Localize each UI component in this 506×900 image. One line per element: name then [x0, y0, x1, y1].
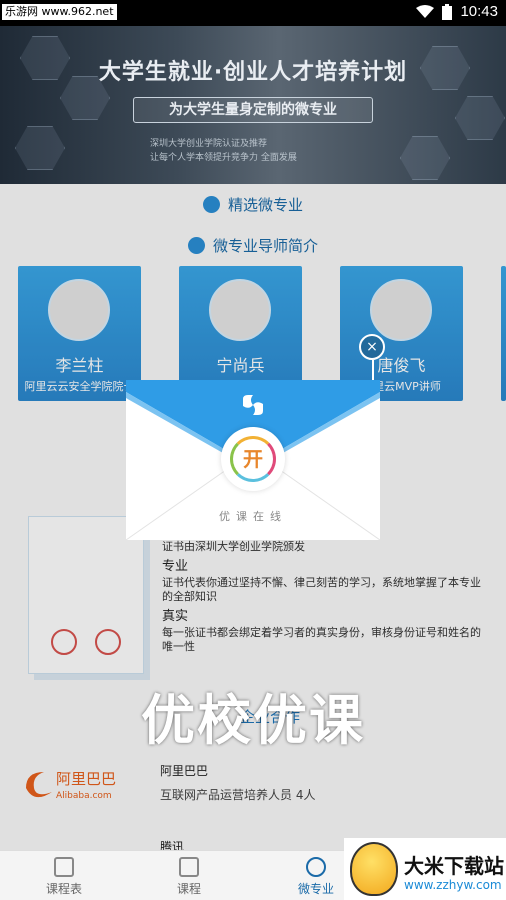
popup-dim-overlay[interactable]: [0, 184, 506, 900]
status-bar: 乐游网 www.962.net 10:43: [0, 0, 506, 26]
tab-schedule[interactable]: 课程表: [14, 851, 114, 900]
close-popup-button[interactable]: ×: [359, 334, 385, 360]
close-connector: [372, 360, 374, 380]
envelope-caption: 优课在线: [219, 510, 287, 523]
overlay-caption: 优校优课: [141, 689, 365, 752]
banner-subline-2: 让每个人学本领提升竞争力 全面发展: [150, 153, 297, 163]
schedule-icon: [54, 857, 74, 877]
banner-pill: 为大学生量身定制的微专业: [133, 97, 373, 123]
envelope-popup[interactable]: 开 优课在线: [126, 380, 380, 540]
open-seal-button[interactable]: 开: [221, 427, 285, 491]
clock: 10:43: [460, 3, 498, 20]
watermark-962: 乐游网 www.962.net: [2, 4, 117, 20]
wifi-icon: [416, 4, 435, 18]
hero-banner[interactable]: 大学生就业·创业人才培养计划 为大学生量身定制的微专业 深圳大学创业学院认证及推…: [0, 26, 506, 184]
banner-title: 大学生就业·创业人才培养计划: [98, 60, 408, 85]
micro-major-icon: [306, 857, 326, 877]
tab-courses-label: 课程: [176, 882, 201, 896]
watermark-url: www.zzhyw.com: [404, 878, 502, 892]
app-logo-icon: [243, 395, 263, 415]
open-seal-label: 开: [230, 436, 276, 482]
watermark-dami: 大米下载站 www.zzhyw.com: [344, 838, 506, 900]
battery-icon: [442, 3, 453, 20]
tab-micro-major-label: 微专业: [297, 882, 334, 896]
mascot-icon: [350, 842, 398, 896]
banner-subline-1: 深圳大学创业学院认证及推荐: [150, 139, 268, 149]
watermark-title: 大米下载站: [404, 854, 504, 878]
book-icon: [179, 857, 199, 877]
tab-schedule-label: 课程表: [45, 882, 82, 896]
tab-courses[interactable]: 课程: [139, 851, 239, 900]
